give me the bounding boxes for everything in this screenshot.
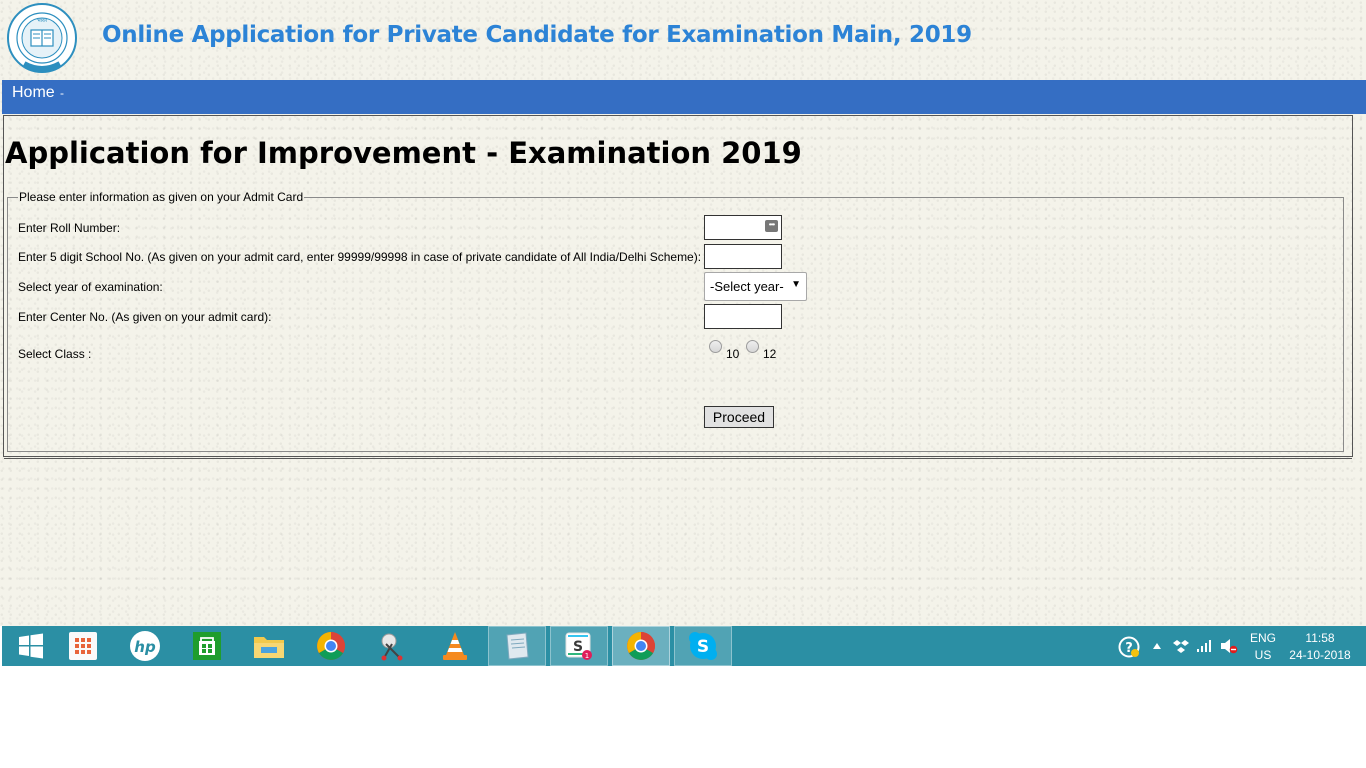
tray-chevron-up-icon[interactable]	[1152, 642, 1162, 650]
slack-badge: 1	[585, 652, 589, 660]
main-content: Application for Improvement - Examinatio…	[3, 115, 1353, 459]
exam-year-selected: -Select year-	[710, 279, 784, 294]
windows-taskbar: hp S 1 S ? ENG US 11:58 24-10-2018	[2, 626, 1366, 666]
clock-date[interactable]: 24-10-2018	[1286, 648, 1354, 662]
nav-separator: -	[60, 86, 64, 100]
hp-icon: hp	[130, 631, 160, 661]
nav-home-link[interactable]: Home	[12, 84, 55, 102]
school-number-label: Enter 5 digit School No. (As given on yo…	[18, 250, 702, 264]
class-label: Select Class :	[18, 347, 92, 361]
class-12-radio[interactable]	[746, 340, 759, 353]
taskbar-slack[interactable]: S 1	[550, 626, 608, 666]
taskbar-chrome[interactable]	[302, 626, 360, 666]
help-icon[interactable]: ?	[1118, 636, 1140, 658]
dropbox-icon[interactable]	[1173, 639, 1189, 653]
exam-year-label: Select year of examination:	[18, 280, 163, 294]
proceed-button[interactable]: Proceed	[704, 406, 774, 428]
password-key-icon[interactable]: •••	[765, 220, 778, 232]
school-number-input[interactable]	[704, 244, 782, 269]
svg-text:S: S	[573, 639, 583, 655]
taskbar-notes[interactable]	[488, 626, 546, 666]
taskbar-apps[interactable]	[54, 626, 112, 666]
slack-icon: S 1	[565, 632, 592, 660]
exam-year-select[interactable]: -Select year- ▼	[704, 272, 807, 301]
center-number-label: Enter Center No. (As given on your admit…	[18, 310, 272, 324]
center-number-input[interactable]	[704, 304, 782, 329]
store-icon	[193, 632, 221, 660]
start-button[interactable]	[2, 626, 60, 666]
app-title: Online Application for Private Candidate…	[102, 22, 972, 48]
logo-text: भारत	[37, 18, 47, 24]
admit-card-form: Please enter information as given on you…	[7, 190, 1344, 452]
language-bottom[interactable]: US	[1250, 648, 1276, 662]
taskbar-hp[interactable]: hp	[116, 626, 174, 666]
class-12-label: 12	[763, 347, 777, 361]
folder-icon	[254, 637, 284, 658]
page-title: Application for Improvement - Examinatio…	[5, 136, 802, 170]
taskbar-store[interactable]	[178, 626, 236, 666]
scissors-icon	[381, 633, 403, 661]
skype-icon: S	[689, 632, 717, 660]
taskbar-snipping-tool[interactable]	[364, 626, 422, 666]
volume-muted-icon[interactable]	[1220, 638, 1238, 654]
taskbar-chrome-active[interactable]	[612, 626, 670, 666]
notepad-icon	[506, 632, 529, 660]
taskbar-file-explorer[interactable]	[240, 626, 298, 666]
language-top[interactable]: ENG	[1250, 631, 1276, 645]
class-10-label: 10	[726, 347, 740, 361]
form-legend: Please enter information as given on you…	[19, 190, 304, 204]
taskbar-skype[interactable]: S	[674, 626, 732, 666]
site-header: भारत Online Application for Private Cand…	[0, 0, 1366, 80]
windows-icon	[19, 633, 43, 659]
vlc-cone-icon	[443, 632, 467, 660]
roll-number-label: Enter Roll Number:	[18, 221, 121, 235]
clock-time[interactable]: 11:58	[1290, 631, 1350, 645]
dropdown-arrow-icon: ▼	[791, 279, 801, 290]
class-10-radio[interactable]	[709, 340, 722, 353]
taskbar-vlc[interactable]	[426, 626, 484, 666]
svg-text:hp: hp	[134, 638, 156, 656]
roll-number-wrap: •••	[704, 215, 782, 240]
cbse-logo: भारत	[7, 3, 77, 73]
apps-grid-icon	[69, 632, 97, 660]
chrome-icon	[317, 632, 345, 660]
network-signal-icon[interactable]	[1196, 639, 1214, 653]
nav-bar: Home -	[2, 80, 1366, 114]
svg-text:S: S	[697, 637, 709, 657]
chrome-icon	[627, 632, 655, 660]
